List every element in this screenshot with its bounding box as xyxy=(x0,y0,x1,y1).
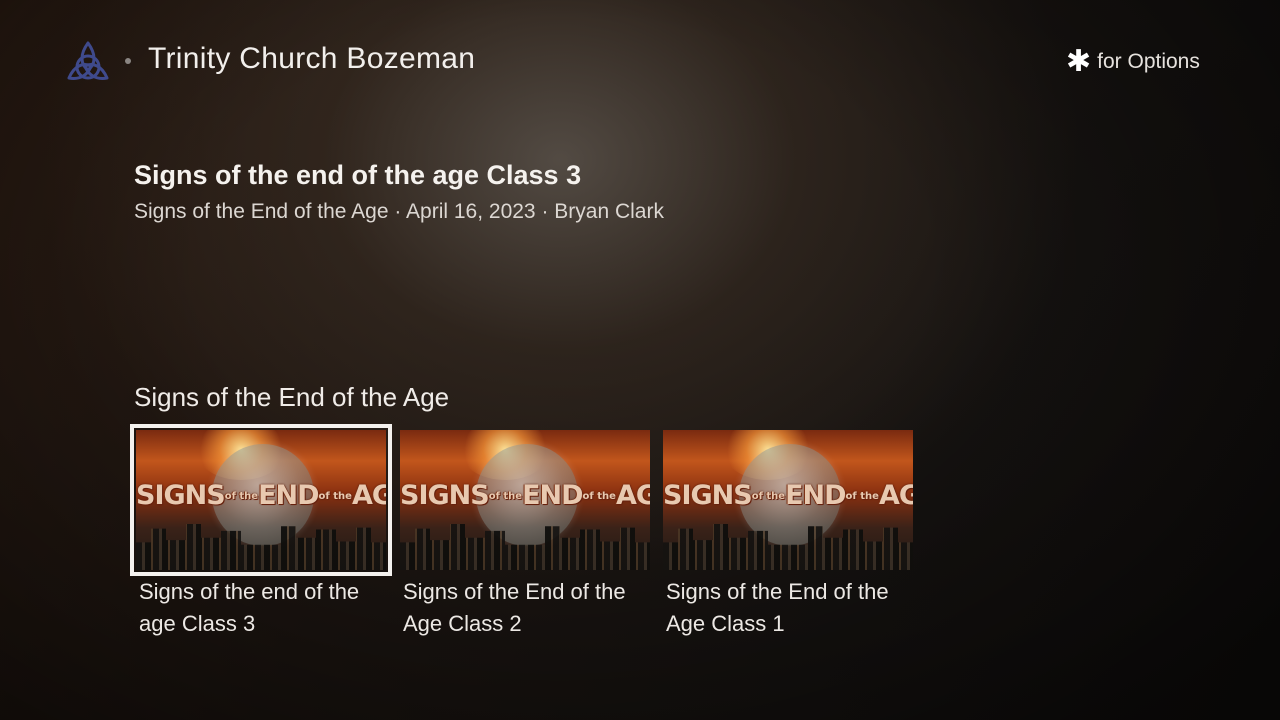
episode-tile[interactable]: SIGNSof theENDof theAGE Signs of the End… xyxy=(400,430,650,640)
selected-item-meta: Signs of the End of the Age · April 16, … xyxy=(134,200,664,223)
episode-thumbnail: SIGNSof theENDof theAGE xyxy=(400,430,650,570)
header: Trinity Church Bozeman ✱ for Options xyxy=(0,0,1280,120)
selected-item-title: Signs of the end of the age Class 3 xyxy=(134,160,582,190)
episode-tile[interactable]: SIGNSof theENDof theAGE Signs of the End… xyxy=(663,430,913,640)
thumbnail-art-text: SIGNSof theENDof theAGE xyxy=(400,480,650,511)
episode-label: Signs of the end of the age Class 3 xyxy=(139,579,360,636)
row-title: Signs of the End of the Age xyxy=(134,382,450,412)
episode-tile[interactable]: SIGNSof theENDof theAGE Signs of the end… xyxy=(130,424,392,640)
thumbnail-art-text: SIGNSof theENDof theAGE xyxy=(663,480,913,511)
episode-thumbnail: SIGNSof theENDof theAGE xyxy=(663,430,913,570)
asterisk-icon: ✱ xyxy=(1066,45,1092,78)
triquetra-icon xyxy=(67,41,109,80)
channel-title: Trinity Church Bozeman xyxy=(148,42,476,75)
episode-thumbnail: SIGNSof theENDof theAGE xyxy=(130,424,392,576)
separator-dot xyxy=(125,58,131,64)
episode-label: Signs of the End of the Age Class 1 xyxy=(666,579,889,636)
episode-label: Signs of the End of the Age Class 2 xyxy=(403,579,626,636)
options-hint: ✱ for Options xyxy=(1066,45,1200,78)
thumbnail-art-text: SIGNSof theENDof theAGE xyxy=(136,480,386,511)
options-label: for Options xyxy=(1097,50,1200,73)
